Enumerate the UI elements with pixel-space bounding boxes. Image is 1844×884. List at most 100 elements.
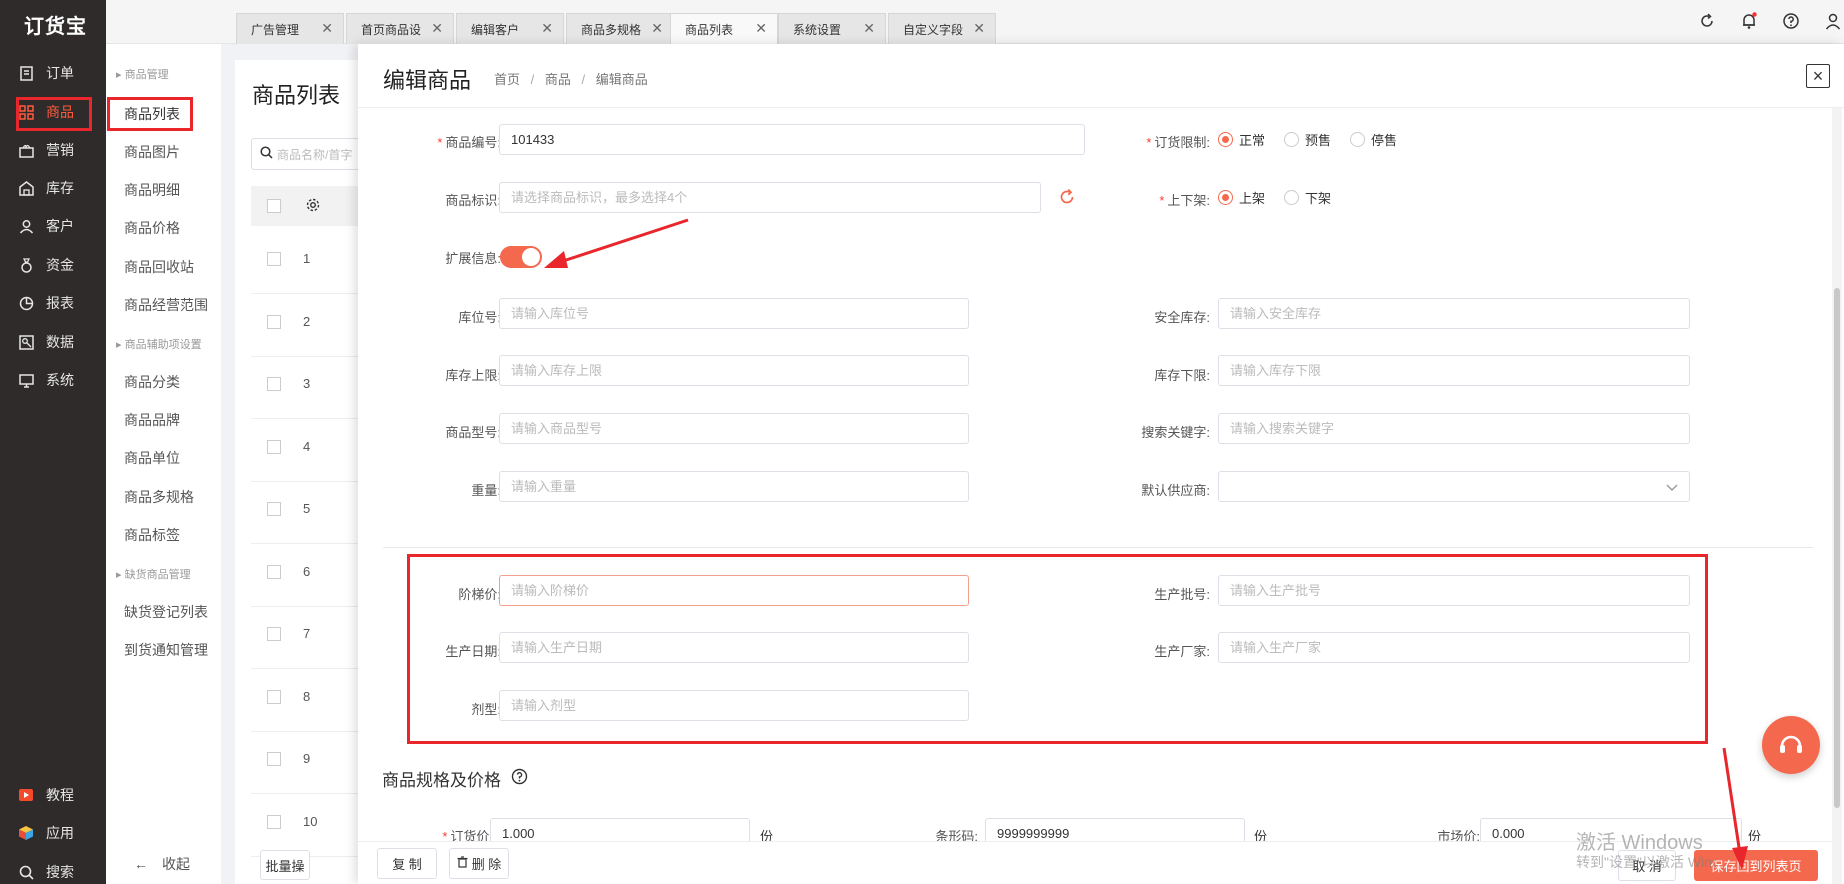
- ext-info-label: 扩展信息:: [445, 251, 501, 266]
- submenu-item[interactable]: 缺货登记列表: [124, 602, 208, 622]
- close-icon[interactable]: ✕: [321, 20, 333, 37]
- breadcrumb-product[interactable]: 商品: [545, 72, 571, 87]
- close-icon[interactable]: ✕: [541, 20, 553, 37]
- help-icon[interactable]: [511, 768, 528, 790]
- weight-input[interactable]: [499, 471, 969, 502]
- stock-min-input[interactable]: [1218, 355, 1690, 386]
- annotation-highlight-box: [407, 554, 1708, 744]
- submenu-group-title: ▸ 商品辅助项设置: [116, 339, 202, 351]
- tab-home-products[interactable]: 首页商品设 ✕: [346, 13, 454, 44]
- radio-off-shelf[interactable]: 下架: [1284, 188, 1331, 207]
- close-icon[interactable]: ✕: [755, 20, 767, 37]
- submenu-item[interactable]: 商品价格: [124, 218, 180, 238]
- left-nav: 订货宝 订单 商品 营销 库存 客户 资金 报表 数据 系统 教程 应用 搜索: [0, 0, 106, 884]
- row-checkbox[interactable]: [267, 439, 281, 454]
- refresh-icon[interactable]: [1698, 12, 1718, 32]
- row-checkbox[interactable]: [267, 314, 281, 329]
- row-checkbox[interactable]: [267, 252, 281, 266]
- tab-edit-customer[interactable]: 编辑客户 ✕: [456, 13, 564, 44]
- product-code-input[interactable]: [499, 124, 1085, 155]
- select-all-checkbox[interactable]: [267, 199, 281, 213]
- submenu-item[interactable]: 商品单位: [124, 448, 180, 468]
- weight-label: 重量:: [471, 483, 501, 498]
- trash-icon: [457, 856, 468, 871]
- safety-stock-input[interactable]: [1218, 298, 1690, 329]
- submenu-item[interactable]: 到货通知管理: [124, 640, 208, 660]
- radio-stop-sale[interactable]: 停售: [1350, 130, 1397, 149]
- nav-label: 系统: [46, 372, 74, 388]
- headset-icon: [1776, 729, 1806, 762]
- stock-max-input[interactable]: [499, 355, 969, 386]
- batch-button[interactable]: 批量操: [260, 850, 310, 880]
- location-input[interactable]: [499, 298, 969, 329]
- drawer-close-button[interactable]: ×: [1806, 64, 1830, 88]
- customer-service-button[interactable]: [1762, 716, 1820, 774]
- submenu-item[interactable]: 商品图片: [124, 142, 180, 162]
- close-icon[interactable]: ✕: [863, 20, 875, 37]
- submenu-item[interactable]: 商品明细: [124, 180, 180, 200]
- order-icon: [18, 65, 34, 81]
- user-icon[interactable]: [1824, 12, 1844, 32]
- safety-stock-label: 安全库存:: [1154, 310, 1210, 325]
- radio-normal[interactable]: 正常: [1218, 130, 1265, 149]
- keyword-input[interactable]: [1218, 413, 1690, 444]
- submenu-item[interactable]: 商品标签: [124, 525, 180, 545]
- warehouse-icon: [18, 180, 34, 196]
- row-checkbox[interactable]: [267, 814, 281, 829]
- row-checkbox[interactable]: [267, 564, 281, 579]
- money-bag-icon: [18, 257, 34, 273]
- gear-icon[interactable]: [305, 197, 321, 216]
- submenu-item[interactable]: 商品多规格: [124, 487, 194, 507]
- row-index: 5: [303, 501, 311, 516]
- marketing-icon: [18, 142, 34, 158]
- search-icon: [260, 146, 273, 162]
- row-index: 7: [303, 626, 311, 641]
- radio-circle: [1350, 132, 1365, 147]
- radio-presale[interactable]: 预售: [1284, 130, 1331, 149]
- supplier-select[interactable]: [1218, 471, 1690, 502]
- row-checkbox[interactable]: [267, 377, 281, 391]
- submenu-item[interactable]: 商品品牌: [124, 410, 180, 430]
- product-list-page: 商品列表 商品名称/首字 1 2 3 4 5 6 7 8 9 10 批量操: [235, 60, 381, 884]
- copy-button[interactable]: 复 制: [377, 848, 437, 879]
- radio-circle: [1284, 190, 1299, 205]
- row-index: 1: [303, 251, 311, 266]
- row-checkbox[interactable]: [267, 627, 281, 641]
- tab-system-settings[interactable]: 系统设置 ✕: [778, 13, 886, 44]
- nav-label: 订单: [46, 65, 74, 81]
- windows-watermark-text: 转到"设置"以激活 Windows。: [1576, 854, 1716, 870]
- tab-ad-management[interactable]: 广告管理 ✕: [236, 13, 344, 44]
- radio-on-shelf[interactable]: 上架: [1218, 188, 1265, 207]
- monitor-icon: [18, 372, 34, 388]
- submenu-group-title: ▸ 缺货商品管理: [116, 569, 191, 581]
- scrollbar[interactable]: [1832, 108, 1842, 884]
- row-index: 4: [303, 438, 311, 454]
- search-icon: [18, 864, 34, 880]
- submenu-item[interactable]: 商品回收站: [124, 257, 194, 277]
- submenu-item[interactable]: 商品经营范围: [124, 295, 208, 315]
- edit-product-drawer: 编辑商品 首页 / 商品 / 编辑商品 × *商品编号: *订货限制: 正常 预…: [358, 44, 1844, 884]
- submenu-item[interactable]: 商品分类: [124, 372, 180, 392]
- delete-button[interactable]: 删 除: [449, 848, 509, 879]
- divider: [383, 547, 1813, 548]
- close-icon[interactable]: ✕: [431, 20, 443, 37]
- tab-custom-fields[interactable]: 自定义字段 ✕: [888, 13, 996, 44]
- row-checkbox[interactable]: [267, 502, 281, 516]
- tab-product-list[interactable]: 商品列表 ✕: [670, 13, 778, 44]
- row-index: 2: [303, 313, 311, 329]
- app-logo: 订货宝: [24, 16, 87, 38]
- ext-info-toggle[interactable]: [500, 246, 542, 268]
- breadcrumb-home[interactable]: 首页: [494, 72, 520, 87]
- collapse-button[interactable]: ← 收起: [134, 854, 190, 874]
- row-checkbox[interactable]: [267, 752, 281, 766]
- row-checkbox[interactable]: [267, 689, 281, 704]
- help-icon[interactable]: [1782, 12, 1802, 32]
- breadcrumb-current: 编辑商品: [595, 72, 648, 87]
- refresh-icon[interactable]: [1058, 188, 1076, 209]
- scrollbar-thumb[interactable]: [1834, 288, 1840, 808]
- tab-product-spec[interactable]: 商品多规格 ✕: [566, 13, 674, 44]
- close-icon[interactable]: ✕: [651, 20, 663, 37]
- close-icon[interactable]: ✕: [973, 20, 985, 37]
- model-input[interactable]: [499, 413, 969, 444]
- bell-icon[interactable]: [1740, 12, 1760, 32]
